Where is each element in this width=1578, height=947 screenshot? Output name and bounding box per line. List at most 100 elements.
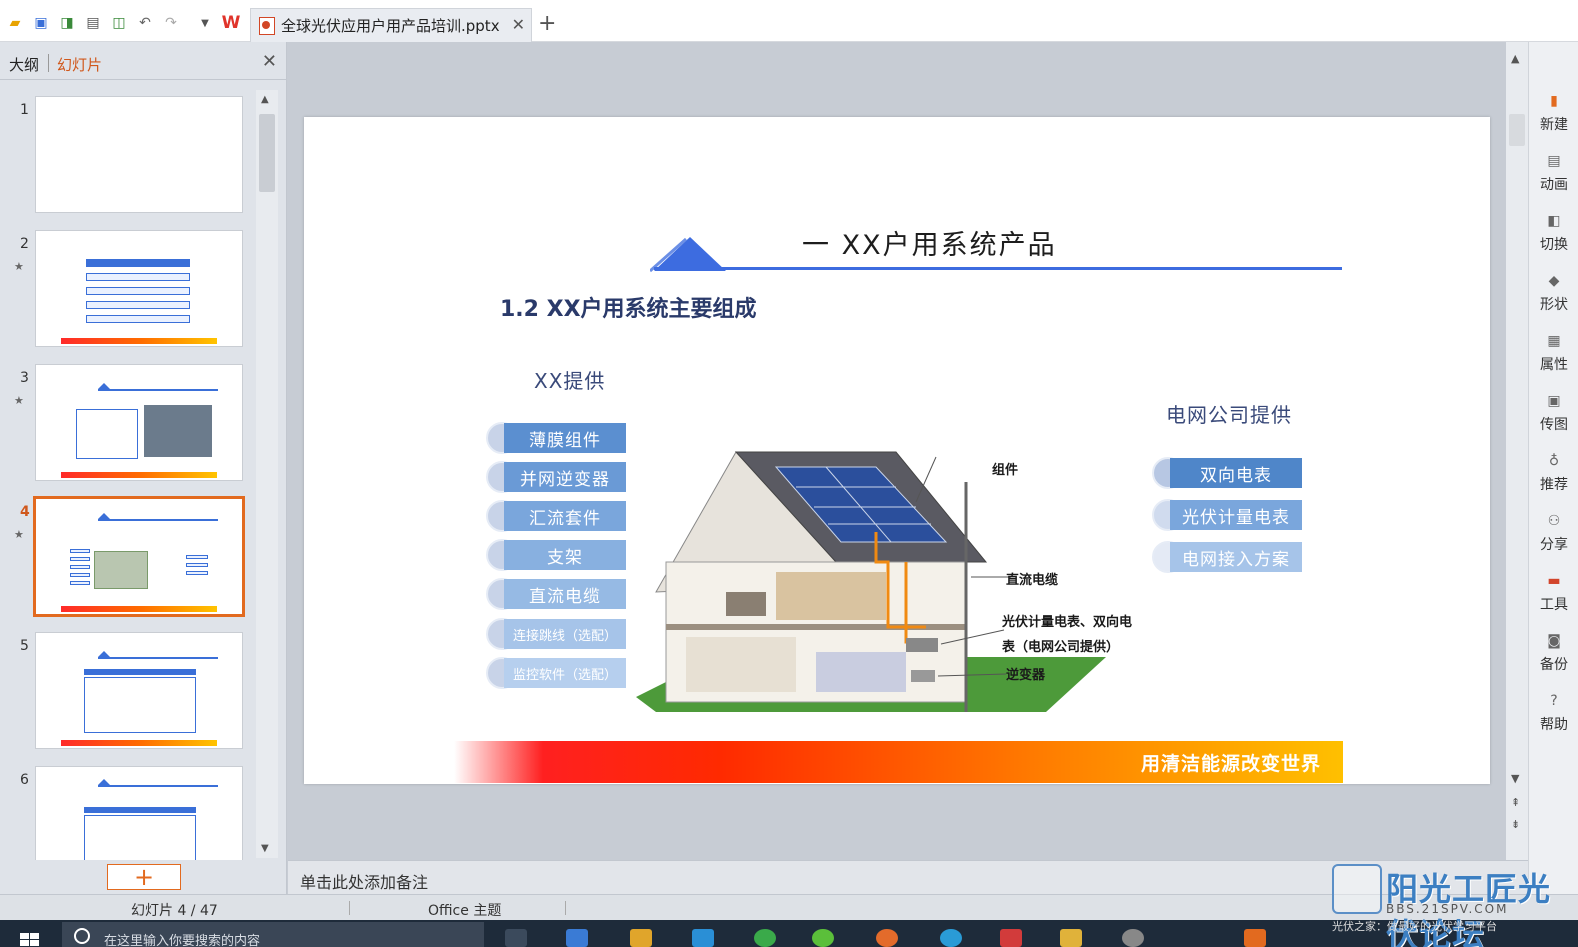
left-item-pill: 汇流套件 bbox=[486, 500, 626, 532]
slide-thumb-row[interactable]: 3 ★ bbox=[0, 364, 256, 484]
current-slide[interactable]: 一 XX户用系统产品 1.2 XX户用系统主要组成 XX提供 电网公司提供 薄膜… bbox=[304, 117, 1490, 784]
slide-thumb-row[interactable]: 5 bbox=[0, 632, 256, 752]
new-tab-button[interactable]: + bbox=[538, 13, 556, 35]
sidebar-backup[interactable]: ◙ 备份 bbox=[1529, 618, 1578, 674]
slides-panel: 大纲 幻灯片 ✕ 1 2 ★ 3 ★ 4 ★ 5 6 ▲ ▼ + bbox=[0, 42, 287, 894]
sidebar-transition[interactable]: ◧ 切换 bbox=[1529, 198, 1578, 254]
redo-icon[interactable]: ↷ bbox=[162, 14, 180, 32]
taskbar-search[interactable]: 在这里输入你要搜索的内容 bbox=[62, 922, 484, 947]
slide-thumbnail-current[interactable] bbox=[33, 496, 245, 617]
app-icon[interactable] bbox=[1122, 929, 1144, 947]
mail-app-icon[interactable] bbox=[566, 929, 588, 947]
slide-footer-bar: 用清洁能源改变世界 bbox=[454, 741, 1343, 783]
task-sidebar: ▮ 新建 ▤ 动画 ◧ 切换 ◆ 形状 ▦ 属性 ▣ 传图 ♁ 推荐 ⚇ 分享 … bbox=[1528, 42, 1578, 894]
slide-thumbnail[interactable] bbox=[35, 766, 243, 860]
prev-slide-icon[interactable]: ⇞ bbox=[1511, 796, 1520, 809]
slide-thumb-row[interactable]: 2 ★ bbox=[0, 230, 256, 350]
wps-presentation-icon[interactable] bbox=[1244, 929, 1266, 947]
mini-shape bbox=[70, 573, 90, 577]
sidebar-tools[interactable]: ▬ 工具 bbox=[1529, 558, 1578, 614]
folder-icon[interactable] bbox=[1060, 929, 1082, 947]
scrollbar-thumb[interactable] bbox=[259, 114, 275, 192]
windows-start-icon[interactable] bbox=[20, 933, 40, 947]
app-icon[interactable] bbox=[876, 929, 898, 947]
slide-thumb-row[interactable]: 6 bbox=[0, 766, 256, 860]
pill-label: 支架 bbox=[504, 540, 626, 570]
app-icon[interactable] bbox=[754, 929, 776, 947]
help-icon: ? bbox=[1550, 693, 1558, 709]
save-icon[interactable]: ▣ bbox=[32, 14, 50, 32]
slide-thumbnail-list: 1 2 ★ 3 ★ 4 ★ 5 6 bbox=[0, 90, 256, 860]
pill-label: 直流电缆 bbox=[504, 579, 626, 609]
mini-shape bbox=[98, 657, 218, 659]
wps-logo-icon[interactable]: W bbox=[222, 13, 241, 33]
scrollbar-thumb[interactable] bbox=[1509, 114, 1525, 146]
add-slide-button[interactable]: + bbox=[107, 864, 181, 890]
next-slide-icon[interactable]: ⇟ bbox=[1511, 818, 1520, 831]
open-folder-icon[interactable]: ▰ bbox=[6, 14, 24, 32]
tab-divider bbox=[48, 54, 49, 72]
solar-house-illustration bbox=[636, 451, 1106, 712]
export-pdf-icon[interactable]: ◨ bbox=[58, 14, 76, 32]
document-tab-title: 全球光伏应用户用产品培训.pptx bbox=[281, 17, 500, 35]
tab-slides[interactable]: 幻灯片 bbox=[57, 54, 102, 75]
print-icon[interactable]: ▤ bbox=[84, 14, 102, 32]
properties-icon: ▦ bbox=[1547, 333, 1561, 349]
sidebar-animation[interactable]: ▤ 动画 bbox=[1529, 138, 1578, 194]
browser-icon[interactable] bbox=[940, 929, 962, 947]
print-preview-icon[interactable]: ◫ bbox=[110, 14, 128, 32]
slide-thumb-row[interactable]: 1 bbox=[0, 96, 256, 216]
wechat-icon[interactable] bbox=[812, 929, 834, 947]
app-icon[interactable] bbox=[630, 929, 652, 947]
pill-label: 双向电表 bbox=[1170, 458, 1302, 488]
scroll-down-icon[interactable]: ▼ bbox=[261, 843, 269, 854]
slide-thumb-row[interactable]: 4 ★ bbox=[0, 496, 256, 618]
app-icon[interactable] bbox=[1000, 929, 1022, 947]
sidebar-label: 属性 bbox=[1540, 357, 1568, 373]
scroll-down-icon[interactable]: ▼ bbox=[1511, 772, 1519, 785]
close-tab-icon[interactable]: ✕ bbox=[512, 15, 525, 34]
slide-subtitle: 1.2 XX户用系统主要组成 bbox=[500, 297, 757, 322]
pill-label: 并网逆变器 bbox=[504, 462, 626, 492]
mini-shape bbox=[186, 563, 208, 567]
shape-icon: ◆ bbox=[1548, 273, 1560, 289]
sidebar-shape[interactable]: ◆ 形状 bbox=[1529, 258, 1578, 314]
animation-star-icon: ★ bbox=[14, 394, 24, 407]
slide-number: 6 bbox=[20, 772, 29, 788]
mini-shape bbox=[98, 389, 218, 391]
slide-thumbnail[interactable] bbox=[35, 96, 243, 213]
left-heading: XX提供 bbox=[534, 369, 606, 393]
scroll-up-icon[interactable]: ▲ bbox=[1511, 52, 1519, 65]
sidebar-new[interactable]: ▮ 新建 bbox=[1529, 78, 1578, 134]
sidebar-properties[interactable]: ▦ 属性 bbox=[1529, 318, 1578, 374]
sidebar-label: 备份 bbox=[1540, 657, 1568, 673]
slide-thumbnail[interactable] bbox=[35, 632, 243, 749]
slide-scrollbar[interactable]: ▲ ▼ ⇞ ⇟ bbox=[1506, 42, 1528, 860]
label-meter-line1: 光伏计量电表、双向电 bbox=[1002, 615, 1133, 630]
app-icon[interactable] bbox=[692, 929, 714, 947]
animation-star-icon: ★ bbox=[14, 528, 24, 541]
scroll-up-icon[interactable]: ▲ bbox=[261, 94, 269, 105]
image-upload-icon: ▣ bbox=[1547, 393, 1561, 409]
slide-thumbnail[interactable] bbox=[35, 230, 243, 347]
mini-footer-bar bbox=[61, 606, 217, 612]
undo-icon[interactable]: ↶ bbox=[136, 14, 154, 32]
pill-label: 光伏计量电表 bbox=[1170, 500, 1302, 530]
task-view-icon[interactable] bbox=[505, 929, 527, 947]
mini-shape bbox=[70, 565, 90, 569]
sidebar-share[interactable]: ⚇ 分享 bbox=[1529, 498, 1578, 554]
sidebar-help[interactable]: ? 帮助 bbox=[1529, 678, 1578, 734]
document-tab[interactable]: 全球光伏应用户用产品培训.pptx ✕ bbox=[250, 8, 532, 42]
sidebar-upload-image[interactable]: ▣ 传图 bbox=[1529, 378, 1578, 434]
tab-outline[interactable]: 大纲 bbox=[9, 54, 39, 75]
close-panel-icon[interactable]: ✕ bbox=[262, 51, 277, 72]
theme-name[interactable]: Office 主题 bbox=[428, 900, 501, 920]
mini-footer-bar bbox=[61, 338, 217, 344]
quick-access-dropdown-icon[interactable]: ▼ bbox=[196, 14, 214, 32]
slide-number: 1 bbox=[20, 102, 29, 118]
thumbnail-scrollbar[interactable]: ▲ ▼ bbox=[256, 90, 278, 858]
sidebar-recommend[interactable]: ♁ 推荐 bbox=[1529, 438, 1578, 494]
slide-thumbnail[interactable] bbox=[35, 364, 243, 481]
search-placeholder: 在这里输入你要搜索的内容 bbox=[104, 934, 261, 947]
sidebar-label: 动画 bbox=[1540, 177, 1568, 193]
